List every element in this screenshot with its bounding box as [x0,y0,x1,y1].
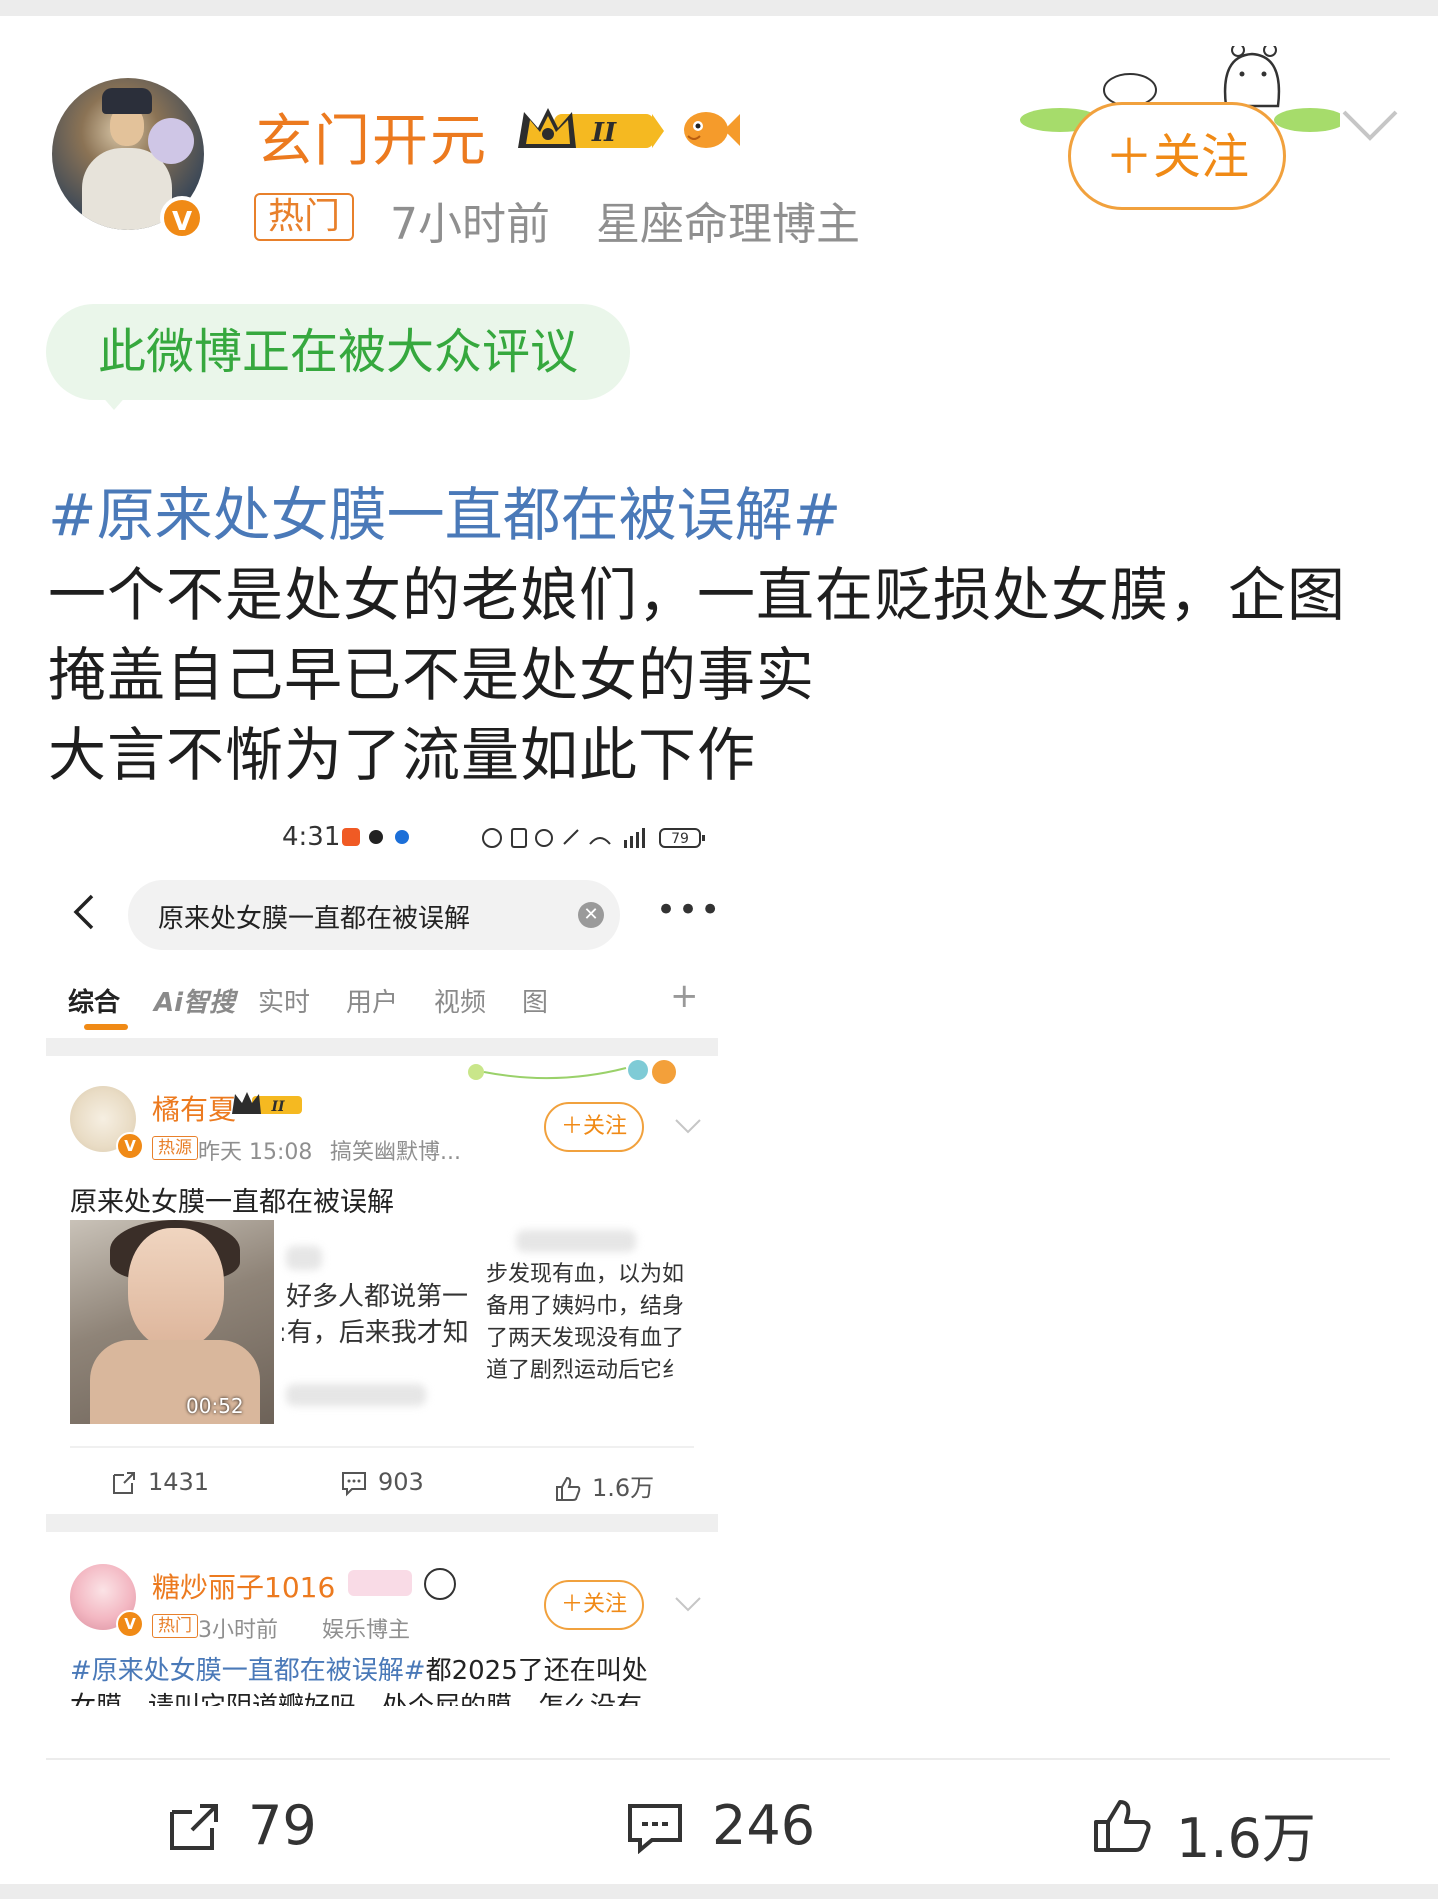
chevron-down-icon[interactable] [1340,106,1400,146]
blurred-text [286,1384,426,1406]
like-icon [1094,1800,1151,1852]
post-hashtag[interactable]: #原来处女膜一直都在被误解# [48,468,841,552]
item-repost-count: 1431 [148,1468,210,1496]
video-text-left: 好多人都说第一 :有，后来我才知 [282,1276,482,1376]
post-time: 7小时前 [390,199,550,250]
item-like-button[interactable]: 1.6万 [554,1468,654,1503]
panda-icon [424,1568,456,1600]
item-level-text: II [270,1099,285,1115]
tab-images[interactable]: 图 [522,982,548,1019]
chevron-down-icon[interactable] [674,1116,702,1136]
author-name[interactable]: 玄门开元 [256,96,488,177]
verified-v-icon: V [116,1610,144,1638]
clear-icon[interactable]: ✕ [578,902,604,928]
verified-v-icon: V [160,196,204,240]
item-username[interactable]: 橘有夏 [152,1088,236,1128]
section-separator [46,1038,718,1056]
section-separator [46,1514,718,1532]
bubble-tail [100,394,128,410]
active-tab-indicator [84,1024,128,1030]
item-text-line: #原来处女膜一直都在被误解#都2025了还在叫处 [70,1650,710,1690]
item-follow-button[interactable]: ＋关注 [544,1580,644,1630]
item-time: 昨天 15:08 [198,1140,313,1165]
repost-count: 79 [248,1794,317,1857]
chevron-down-icon[interactable] [674,1594,702,1614]
item-tag: 热源 [152,1136,198,1160]
footer-divider [46,1758,1390,1760]
item-role: 娱乐博主 [322,1618,411,1643]
like-button[interactable]: 1.6万 [1092,1794,1316,1873]
crown-level-icon: II [232,1092,302,1115]
tab-video[interactable]: 视频 [434,982,486,1019]
post-text-line: 一个不是处女的老娘们，一直在贬损处女膜，企图 [48,561,1347,629]
plus-icon[interactable]: + [670,976,699,1016]
video-caption: 步发现有血，以为如 [486,1262,685,1287]
item-like-count: 1.6万 [592,1474,655,1502]
repost-icon [170,1804,218,1850]
video-caption: 道了剧烈运动后它纟 [486,1358,685,1383]
tab-realtime[interactable]: 实时 [258,982,310,1019]
comment-button[interactable]: 246 [626,1794,815,1857]
search-query: 原来处女膜一直都在被误解 [158,904,471,934]
public-review-bubble[interactable]: 此微博正在被大众评议 [46,304,630,400]
like-count: 1.6万 [1176,1807,1316,1870]
item-time: 3小时前 [198,1618,278,1643]
attached-screenshot[interactable]: 4:31 79 原来处女膜一直都在被误解 ✕ ••• 综合 Ai智搜 实时 用户… [46,806,718,1706]
comment-icon [628,1804,682,1854]
item-body: 都2025了还在叫处 [425,1656,648,1686]
level-badge-text: II [591,118,617,148]
comment-icon [342,1472,366,1497]
follow-button[interactable]: ＋关注 [1068,102,1286,210]
item-tag: 热门 [152,1614,198,1638]
video-caption: 了两天发现没有血了 [486,1326,685,1351]
item-title[interactable]: 原来处女膜一直都在被误解 [70,1180,394,1219]
tab-ai-search[interactable]: Ai智搜 [154,982,235,1019]
tab-comprehensive[interactable]: 综合 [68,982,120,1019]
post-text-line: 掩盖自己早已不是处女的事实 [48,641,816,709]
weibo-post-card: V 玄门开元 II 热门 7小时前 星座命理博主 ＋关注 此微博正在被大众评议 … [0,16,1438,1884]
item-body: 女膜，请叫它阴道瓣好吗，处个屁的膜，怎么没有 [70,1686,642,1706]
item-comment-count: 903 [378,1468,424,1496]
video-caption: 好多人都说第一 [286,1282,469,1312]
item-divider [70,1446,694,1448]
blurred-text [286,1246,322,1270]
battery-level: 79 [671,831,689,847]
tab-users[interactable]: 用户 [346,982,398,1019]
follow-decoration [468,1060,676,1084]
item-hashtag[interactable]: #原来处女膜一直都在被误解# [70,1656,426,1686]
verified-v-icon: V [116,1132,144,1160]
item-username[interactable]: 糖炒丽子1016 [152,1566,335,1606]
item-comment-button[interactable]: 903 [340,1468,424,1497]
member-badge [348,1570,412,1596]
blurred-text [516,1230,636,1252]
comment-count: 246 [712,1794,816,1857]
item-follow-button[interactable]: ＋关注 [544,1102,644,1152]
crown-level-icon: II [518,108,664,148]
hot-tag: 热门 [254,193,355,241]
item-repost-button[interactable]: 1431 [110,1468,209,1497]
author-role: 星座命理博主 [596,199,860,250]
video-text-right: 步发现有血，以为如 备用了姨妈巾，结身 了两天发现没有血了 道了剧烈运动后它纟 [486,1256,686,1406]
fish-icon [684,112,740,148]
post-text-line: 大言不惭为了流量如此下作 [48,721,757,789]
status-bar-icons: 79 [342,828,705,848]
status-time: 4:31 [282,822,341,852]
video-caption: 备用了姨妈巾，结身 [486,1294,685,1319]
repost-icon [113,1472,135,1494]
back-arrow-icon[interactable] [70,892,100,932]
video-caption: :有，后来我才知 [282,1318,469,1348]
video-duration: 00:52 [186,1394,244,1418]
repost-button[interactable]: 79 [166,1794,317,1857]
item-role: 搞笑幽默博... [330,1140,461,1165]
more-icon[interactable]: ••• [656,890,718,930]
like-icon [556,1476,581,1501]
